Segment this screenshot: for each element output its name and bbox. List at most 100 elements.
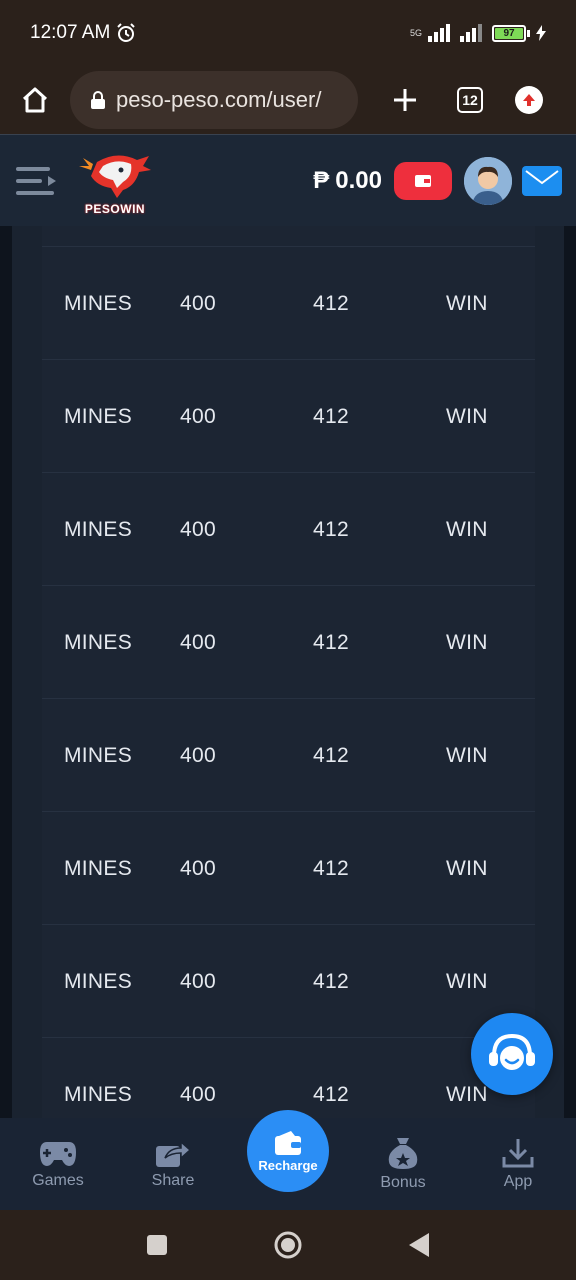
- payout-cell: 412: [313, 970, 349, 993]
- home-system-button[interactable]: [258, 1210, 318, 1280]
- game-name-cell: MINES: [64, 292, 133, 315]
- avatar-icon: [464, 156, 512, 205]
- currency-symbol: ₱: [313, 166, 330, 194]
- bet-history-section: MINES 400 412 WIN MINES 400 412 WIN MINE…: [0, 226, 576, 1118]
- charging-icon: [536, 25, 546, 41]
- nav-games[interactable]: Games: [8, 1118, 108, 1210]
- nav-games-label: Games: [32, 1172, 84, 1189]
- payout-cell: 412: [313, 1083, 349, 1106]
- side-panel-left: [12, 226, 42, 1118]
- result-cell: WIN: [446, 405, 488, 428]
- bet-amount-cell: 400: [180, 631, 216, 654]
- bet-amount-cell: 400: [180, 1083, 216, 1106]
- wallet-button[interactable]: [394, 161, 452, 200]
- new-tab-button[interactable]: [370, 66, 440, 134]
- update-arrow-icon: [523, 94, 535, 106]
- horse-logo-icon: [79, 154, 151, 198]
- game-name-cell: MINES: [64, 970, 133, 993]
- logo-text: PESOWIN: [84, 201, 146, 216]
- wallet-icon: [415, 174, 431, 187]
- app-header: PESOWIN ₱ 0.00: [0, 134, 576, 226]
- user-avatar[interactable]: [464, 156, 512, 205]
- bet-amount-cell: 400: [180, 518, 216, 541]
- bottom-navigation: Games Share Recharge Bonus App: [0, 1110, 576, 1210]
- signal-icon-2: [460, 24, 482, 42]
- circle-icon: [274, 1231, 302, 1259]
- nav-recharge-label: Recharge: [258, 1157, 318, 1173]
- network-label: 5G: [409, 27, 422, 38]
- balance-display: ₱ 0.00: [313, 167, 382, 195]
- nav-bonus[interactable]: Bonus: [353, 1118, 453, 1210]
- table-row: [42, 226, 535, 247]
- headset-icon: [489, 1033, 535, 1070]
- table-row: MINES 400 412 WIN: [42, 585, 535, 698]
- bet-amount-cell: 400: [180, 292, 216, 315]
- status-time: 12:07 AM: [30, 22, 111, 43]
- result-cell: WIN: [446, 857, 488, 880]
- browser-home-button[interactable]: [0, 66, 70, 134]
- bet-amount-cell: 400: [180, 857, 216, 880]
- address-bar[interactable]: peso-peso.com/user/: [70, 71, 358, 129]
- table-row: MINES 400 412 WIN: [42, 472, 535, 585]
- table-row: MINES 400 412 WIN: [42, 359, 535, 472]
- game-name-cell: MINES: [64, 857, 133, 880]
- table-row: MINES 400 412 WIN: [42, 924, 535, 1037]
- menu-button[interactable]: [0, 135, 74, 227]
- nav-app[interactable]: App: [468, 1118, 568, 1210]
- bet-amount-cell: 400: [180, 405, 216, 428]
- nav-share-label: Share: [151, 1172, 195, 1189]
- tabs-count: 12: [457, 87, 483, 113]
- payout-cell: 412: [313, 292, 349, 315]
- battery-indicator: 97: [492, 24, 530, 42]
- back-button[interactable]: [389, 1210, 449, 1280]
- recharge-wallet-icon: [275, 1130, 301, 1155]
- table-row: MINES 400 412 WIN: [42, 811, 535, 924]
- share-icon: [156, 1140, 191, 1167]
- site-logo[interactable]: PESOWIN: [74, 146, 156, 216]
- nav-recharge[interactable]: Recharge: [247, 1110, 329, 1192]
- payout-cell: 412: [313, 857, 349, 880]
- plus-icon: [394, 89, 416, 111]
- balance-amount: 0.00: [335, 166, 382, 194]
- home-icon: [22, 87, 48, 113]
- recent-apps-button[interactable]: [127, 1210, 187, 1280]
- game-name-cell: MINES: [64, 405, 133, 428]
- result-cell: WIN: [446, 292, 488, 315]
- browser-toolbar: peso-peso.com/user/ 12: [0, 66, 576, 134]
- game-name-cell: MINES: [64, 518, 133, 541]
- nav-share[interactable]: Share: [123, 1118, 223, 1210]
- game-name-cell: MINES: [64, 744, 133, 767]
- gamepad-icon: [40, 1142, 76, 1166]
- table-row: MINES 400 412 WIN: [42, 1037, 535, 1118]
- payout-cell: 412: [313, 744, 349, 767]
- game-name-cell: MINES: [64, 1083, 133, 1106]
- menu-icon: [16, 166, 56, 195]
- lock-icon: [91, 91, 105, 109]
- result-cell: WIN: [446, 631, 488, 654]
- download-icon: [502, 1139, 534, 1168]
- battery-level: 97: [495, 27, 523, 39]
- mail-icon: [525, 169, 559, 184]
- game-name-cell: MINES: [64, 631, 133, 654]
- table-row: MINES 400 412 WIN: [42, 246, 535, 359]
- back-triangle-icon: [409, 1233, 429, 1257]
- alarm-icon: [117, 23, 135, 42]
- mail-button[interactable]: [522, 165, 562, 196]
- payout-cell: 412: [313, 631, 349, 654]
- browser-menu-button[interactable]: [500, 66, 558, 134]
- signal-icon: [428, 24, 450, 42]
- customer-support-button[interactable]: [471, 1013, 553, 1095]
- nav-bonus-label: Bonus: [380, 1174, 426, 1191]
- system-navigation-bar: [0, 1210, 576, 1280]
- payout-cell: 412: [313, 518, 349, 541]
- nav-app-label: App: [503, 1173, 533, 1190]
- status-bar: 12:07 AM 5G 97: [0, 0, 576, 66]
- result-cell: WIN: [446, 744, 488, 767]
- side-panel-right: [535, 226, 564, 1118]
- result-cell: WIN: [446, 970, 488, 993]
- tab-switcher-button[interactable]: 12: [440, 66, 500, 134]
- bet-history-table: MINES 400 412 WIN MINES 400 412 WIN MINE…: [42, 226, 535, 1118]
- bet-amount-cell: 400: [180, 970, 216, 993]
- url-text: peso-peso.com/user/: [116, 87, 322, 112]
- payout-cell: 412: [313, 405, 349, 428]
